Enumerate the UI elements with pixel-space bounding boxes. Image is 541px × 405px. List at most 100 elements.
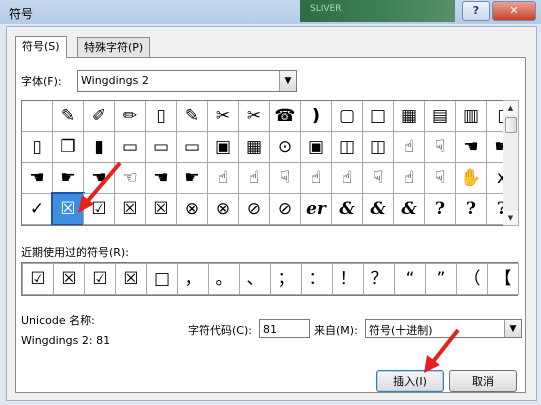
symbol-cell[interactable] — [22, 101, 53, 132]
symbol-cell[interactable]: ✏ — [114, 101, 146, 132]
recent-symbol-cell[interactable]: 。 — [208, 263, 240, 295]
tab-symbols[interactable]: 符号(S) — [15, 36, 67, 58]
cancel-button[interactable]: 取消 — [449, 370, 517, 392]
symbol-cell[interactable]: ✂ — [207, 101, 239, 132]
symbol-cell[interactable]: ☝ — [300, 162, 332, 194]
symbol-grid-scrollbar[interactable]: ▲ ▼ — [503, 100, 519, 226]
symbol-cell[interactable]: ☛ — [176, 162, 208, 194]
dialog-body: 符号(S) 特殊字符(P) 字体(F): Wingdings 2 ▼ ✎ ✐ ✏ ▯ ✎… — [6, 26, 537, 401]
recent-symbol-cell[interactable]: （ — [456, 263, 488, 295]
recent-symbol-cell[interactable]: “ — [394, 263, 426, 295]
symbol-cell[interactable]: & — [393, 193, 425, 225]
symbol-cell[interactable]: er — [300, 193, 332, 225]
symbol-cell[interactable]: ▣ — [207, 131, 239, 163]
insert-button[interactable]: 插入(I) — [376, 370, 444, 392]
symbol-cell[interactable]: ▭ — [176, 131, 208, 163]
symbol-cell[interactable]: ⊗ — [176, 193, 208, 225]
unicode-name-value: Wingdings 2: 81 — [21, 334, 111, 347]
symbol-cell[interactable]: ▯ — [145, 101, 177, 132]
scroll-up-icon[interactable]: ▲ — [503, 101, 518, 115]
recent-symbol-cell[interactable]: ☑ — [22, 263, 54, 295]
symbol-cell[interactable]: ☚ — [455, 131, 487, 163]
symbol-cell-selected[interactable]: ☒ — [51, 192, 85, 225]
symbol-cell[interactable]: ▤ — [424, 101, 456, 132]
from-dropdown-chevron-icon[interactable]: ▼ — [504, 320, 521, 337]
char-code-input[interactable]: 81 — [259, 319, 310, 338]
symbol-cell[interactable]: ☟ — [424, 131, 456, 163]
recent-label: 近期使用过的符号(R): — [21, 246, 129, 259]
symbol-cell[interactable]: ☚ — [83, 162, 115, 194]
symbol-cell[interactable]: ◫ — [362, 131, 394, 163]
symbol-cell[interactable]: ⊗ — [207, 193, 239, 225]
close-button[interactable]: ✕ — [492, 1, 536, 21]
recent-symbol-cell[interactable]: □ — [146, 263, 178, 295]
from-value: 符号(十进制) — [369, 324, 433, 337]
symbol-cell[interactable]: ☟ — [269, 162, 301, 194]
symbol-cell[interactable]: ☛ — [52, 162, 84, 194]
font-dropdown-chevron-icon[interactable]: ▼ — [279, 71, 296, 91]
symbol-cell[interactable]: ▭ — [145, 131, 177, 163]
recent-symbol-cell[interactable]: ” — [425, 263, 457, 295]
symbol-cell[interactable]: ☟ — [424, 162, 456, 194]
background-window-strip: SLIVER — [300, 0, 455, 22]
recent-symbol-cell[interactable]: ： — [301, 263, 333, 295]
symbol-cell[interactable]: ⊘ — [269, 193, 301, 225]
symbol-cell[interactable]: ☒ — [114, 193, 146, 225]
symbol-cell[interactable]: ✓ — [22, 193, 53, 225]
symbol-cell[interactable]: ☚ — [145, 162, 177, 194]
symbol-cell[interactable]: ☚ — [22, 162, 53, 194]
symbol-cell[interactable]: ▦ — [238, 131, 270, 163]
recent-symbol-cell[interactable]: ； — [270, 263, 302, 295]
symbol-cell[interactable]: ⊘ — [238, 193, 270, 225]
symbol-cell[interactable]: ? — [424, 193, 456, 225]
window-title: 符号 — [9, 7, 34, 21]
symbol-cell[interactable]: ❫ — [300, 101, 332, 132]
symbol-cell[interactable]: ☝ — [331, 162, 363, 194]
symbol-cell[interactable]: ? — [455, 193, 487, 225]
scroll-down-icon[interactable]: ▼ — [503, 211, 518, 225]
font-select[interactable]: Wingdings 2 ▼ — [77, 70, 297, 92]
symbol-cell[interactable]: ▣ — [300, 131, 332, 163]
symbol-cell[interactable]: ▭ — [114, 131, 146, 163]
symbol-cell[interactable]: □ — [362, 101, 394, 132]
recent-symbol-cell[interactable]: ？ — [363, 263, 395, 295]
symbol-cell[interactable]: ☎ — [269, 101, 301, 132]
symbol-cell[interactable]: ☟ — [362, 162, 394, 194]
symbol-cell[interactable]: ▯ — [22, 131, 53, 163]
symbol-cell[interactable]: ☝ — [238, 162, 270, 194]
symbol-cell[interactable]: & — [362, 193, 394, 225]
recent-symbol-cell[interactable]: ， — [177, 263, 209, 295]
symbol-cell[interactable]: ☜ — [114, 162, 146, 194]
background-text: SLIVER — [310, 4, 342, 14]
symbol-cell[interactable]: ✋ — [455, 162, 487, 194]
recent-symbol-cell[interactable]: ！ — [332, 263, 364, 295]
symbol-cell[interactable]: ▥ — [455, 101, 487, 132]
recent-symbol-cell[interactable]: 、 — [239, 263, 271, 295]
symbol-cell[interactable]: & — [331, 193, 363, 225]
symbol-cell[interactable]: ❐ — [52, 131, 84, 163]
recent-symbol-cell[interactable]: ☑ — [84, 263, 116, 295]
symbol-cell[interactable]: ✐ — [83, 101, 115, 132]
symbol-cell[interactable]: ▢ — [331, 101, 363, 132]
scroll-thumb[interactable] — [505, 117, 517, 133]
symbol-cell[interactable]: ▦ — [393, 101, 425, 132]
from-select[interactable]: 符号(十进制) ▼ — [365, 319, 522, 338]
recent-symbol-cell[interactable]: 【 — [487, 263, 519, 295]
symbol-cell[interactable]: ☝ — [393, 131, 425, 163]
title-bar: 符号 — [0, 0, 541, 24]
recent-symbol-cell[interactable]: ☒ — [115, 263, 147, 295]
symbol-cell[interactable]: ☝ — [393, 162, 425, 194]
symbol-cell[interactable]: ☒ — [145, 193, 177, 225]
help-button[interactable]: ? — [462, 1, 490, 21]
symbol-cell[interactable]: ◫ — [331, 131, 363, 163]
symbol-cell[interactable]: ✂ — [238, 101, 270, 132]
symbol-cell[interactable]: ▮ — [83, 131, 115, 163]
recent-symbol-cell[interactable]: ☒ — [53, 263, 85, 295]
symbol-cell[interactable]: ⊙ — [269, 131, 301, 163]
symbol-cell[interactable]: ☝ — [207, 162, 239, 194]
tab-special-characters[interactable]: 特殊字符(P) — [77, 37, 151, 57]
font-value: Wingdings 2 — [81, 74, 149, 87]
symbol-cell[interactable]: ✎ — [176, 101, 208, 132]
symbol-cell[interactable]: ☑ — [83, 193, 115, 225]
symbol-cell[interactable]: ✎ — [52, 101, 84, 132]
